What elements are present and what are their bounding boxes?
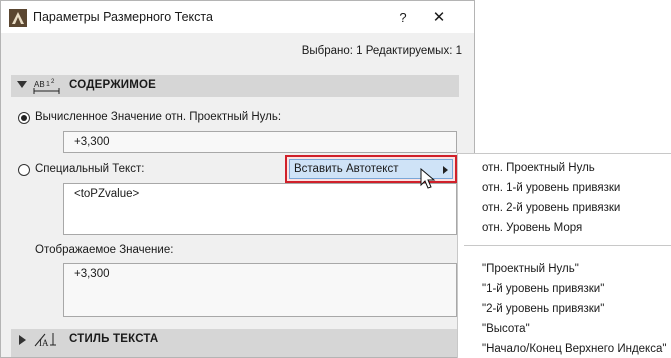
insert-autotext-label: Вставить Автотекст (294, 163, 399, 175)
svg-text:2: 2 (51, 79, 55, 85)
computed-value-text: +3,300 (74, 136, 110, 148)
menu-item-elevation[interactable]: "Высота" (482, 323, 530, 335)
menu-item-rel-ref-level-1[interactable]: отн. 1-й уровень привязки (482, 182, 620, 194)
section-content-header[interactable]: AB 1 2 СОДЕРЖИМОЕ (11, 75, 459, 97)
custom-text-radio[interactable] (18, 164, 30, 176)
menu-item-rel-project-zero[interactable]: отн. Проектный Нуль (482, 162, 595, 174)
chevron-right-icon (19, 335, 26, 345)
menu-item-rel-ref-level-2[interactable]: отн. 2-й уровень привязки (482, 202, 620, 214)
menu-item-project-zero[interactable]: "Проектный Нуль" (482, 263, 579, 275)
menu-item-superscript[interactable]: "Начало/Конец Верхнего Индекса" (482, 343, 666, 355)
menu-item-ref-level-1[interactable]: "1-й уровень привязки" (482, 283, 604, 295)
dimension-text-icon: AB 1 2 (33, 79, 60, 94)
mouse-cursor-icon (420, 168, 436, 189)
svg-text:IA: IA (39, 338, 49, 348)
selection-info: Выбрано: 1 Редактируемых: 1 (301, 45, 462, 57)
submenu-arrow-icon (443, 166, 448, 174)
menu-item-ref-level-2[interactable]: "2-й уровень привязки" (482, 303, 604, 315)
app-icon (9, 9, 27, 27)
svg-text:AB: AB (34, 80, 45, 89)
section-text-style-label: СТИЛЬ ТЕКСТА (69, 333, 159, 345)
text-style-icon: IA (34, 333, 56, 348)
menu-separator (464, 245, 671, 246)
custom-text-label: Специальный Текст: (35, 163, 145, 175)
svg-text:1: 1 (46, 81, 50, 88)
section-text-style-header[interactable]: IA СТИЛЬ ТЕКСТА (11, 329, 459, 351)
displayed-value-field: +3,300 (63, 263, 457, 317)
autotext-menu: отн. Проектный Нуль отн. 1-й уровень при… (457, 153, 671, 358)
computed-value-field: +3,300 (63, 131, 457, 153)
displayed-value-label: Отображаемое Значение: (35, 244, 174, 256)
chevron-down-icon (17, 81, 27, 88)
computed-value-label: Вычисленное Значение отн. Проектный Нуль… (35, 111, 282, 123)
section-content-label: СОДЕРЖИМОЕ (69, 79, 157, 91)
close-button[interactable]: ✕ (427, 7, 451, 29)
menu-item-rel-sea-level[interactable]: отн. Уровень Моря (482, 222, 582, 234)
custom-text-input[interactable]: <toPZvalue> (63, 183, 457, 235)
title-bar[interactable]: Параметры Размерного Текста ? ✕ (1, 1, 474, 33)
section-partial-header[interactable] (11, 351, 459, 357)
help-button[interactable]: ? (391, 7, 415, 29)
displayed-value-text: +3,300 (74, 268, 110, 280)
computed-value-radio[interactable] (18, 112, 30, 124)
custom-text-value: <toPZvalue> (74, 188, 140, 200)
window-title: Параметры Размерного Текста (33, 10, 213, 24)
